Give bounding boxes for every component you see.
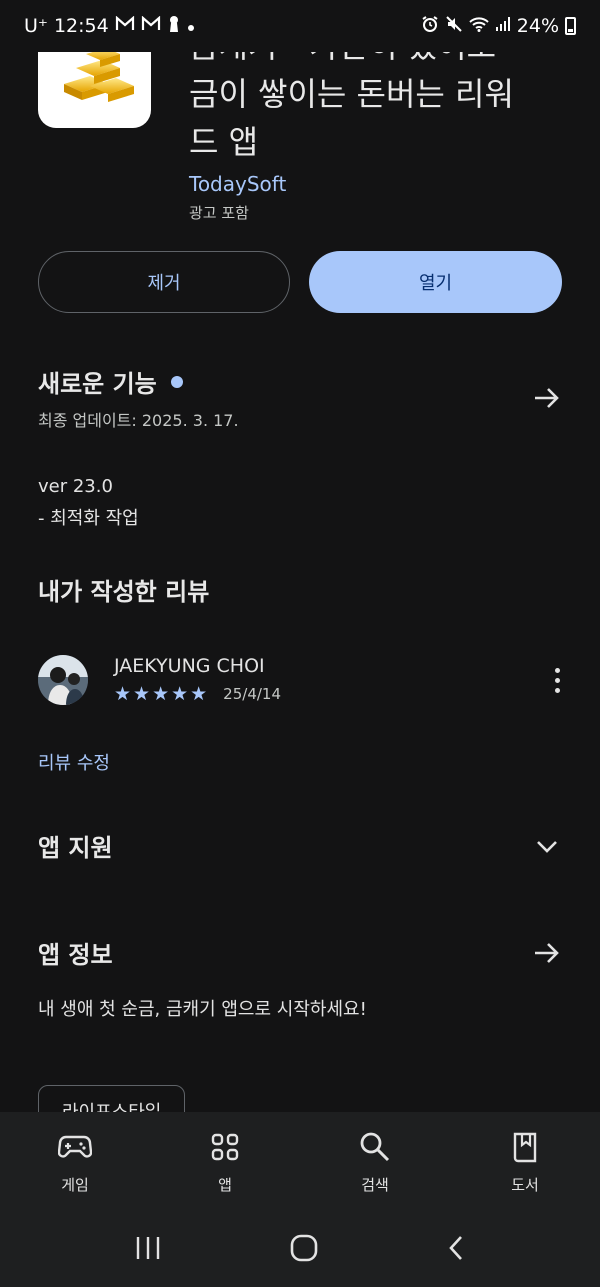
release-notes: - 최적화 작업 [38,508,139,529]
book-icon [512,1130,538,1164]
about-header[interactable]: 앱 정보 [38,935,562,970]
reviewer-name: JAEKYUNG CHOI [114,655,265,677]
status-bar: U⁺ 12:54 24% [0,0,600,52]
app-support-header[interactable]: 앱 지원 [38,828,562,863]
alarm-icon [421,15,439,38]
nav-item-search[interactable]: 검색 [315,1130,435,1195]
app-header: 금캐기 - 가만히 있어도 금이 쌓이는 돈버는 리워드 앱 TodaySoft… [38,22,562,223]
action-row: 제거 열기 [38,251,562,313]
nav-item-books[interactable]: 도서 [465,1130,585,1195]
app-support-title: 앱 지원 [38,834,113,862]
status-left: U⁺ 12:54 [24,15,195,37]
star-rating: ★★★★★ [114,683,210,705]
version-text: ver 23.0 [38,476,113,497]
clock: 12:54 [53,15,109,37]
about-section[interactable]: 앱 정보 내 생애 첫 순금, 금캐기 앱으로 시작하세요! [38,935,562,1026]
battery-icon [565,17,576,35]
my-review-title: 내가 작성한 리뷰 [38,578,210,606]
wifi-icon [469,15,489,37]
mail-icon [115,15,135,36]
whats-new-section[interactable]: 새로운 기능 최종 업데이트: 2025. 3. 17. ver 23.0 - … [38,364,562,535]
system-nav-bar [0,1212,600,1287]
arrow-right-icon[interactable] [532,938,562,968]
app-support-section[interactable]: 앱 지원 [38,828,562,863]
whats-new-title-row: 새로운 기능 [38,364,239,399]
app-meta: 금캐기 - 가만히 있어도 금이 쌓이는 돈버는 리워드 앱 TodaySoft… [189,22,529,223]
nav-item-games[interactable]: 게임 [15,1130,135,1195]
signal-icon [495,15,511,37]
back-icon[interactable] [446,1234,466,1266]
bottom-nav: 게임 앱 검색 도서 [0,1112,600,1212]
rating-line: ★★★★★ 25/4/14 [114,683,281,705]
mute-icon [445,15,463,38]
home-icon[interactable] [290,1234,318,1266]
developer-link[interactable]: TodaySoft [189,172,529,196]
ads-note: 광고 포함 [189,204,249,222]
nav-label-games: 게임 [61,1176,89,1194]
search-icon [359,1130,391,1164]
review-row: JAEKYUNG CHOI ★★★★★ 25/4/14 [38,655,562,705]
apps-grid-icon [211,1130,239,1164]
nav-label-books: 도서 [511,1176,539,1194]
review-date: 25/4/14 [223,685,281,703]
review-info: JAEKYUNG CHOI ★★★★★ 25/4/14 [114,655,281,705]
about-title: 앱 정보 [38,941,113,969]
avatar [38,655,88,705]
open-button[interactable]: 열기 [309,251,562,313]
app-description: 내 생애 첫 순금, 금캐기 앱으로 시작하세요! [38,999,367,1020]
nav-label-apps: 앱 [218,1176,232,1194]
whats-new-header[interactable]: 새로운 기능 최종 업데이트: 2025. 3. 17. [38,364,562,431]
chevron-down-icon[interactable] [532,831,562,861]
edit-review-link[interactable]: 리뷰 수정 [38,749,562,775]
my-review-section: 내가 작성한 리뷰 JAEKYUNG CHOI ★★★★★ 25/4/14 리뷰… [38,572,562,775]
nav-label-search: 검색 [361,1176,389,1194]
notification-dot-icon [187,17,195,36]
mail-icon [141,15,161,36]
carrier-label: U⁺ [24,15,48,37]
whats-new-title: 새로운 기능 [38,370,157,398]
battery-percent: 24% [516,15,559,37]
nav-item-apps[interactable]: 앱 [165,1130,285,1195]
new-indicator-dot [170,375,183,388]
arrow-right-icon[interactable] [532,383,562,413]
last-updated: 최종 업데이트: 2025. 3. 17. [38,411,239,430]
status-right: 24% [421,15,576,38]
more-options-icon[interactable] [552,667,562,693]
recent-apps-icon[interactable] [134,1235,162,1265]
gamepad-icon [58,1130,92,1164]
keyhole-icon [167,15,181,37]
uninstall-button[interactable]: 제거 [38,251,290,313]
